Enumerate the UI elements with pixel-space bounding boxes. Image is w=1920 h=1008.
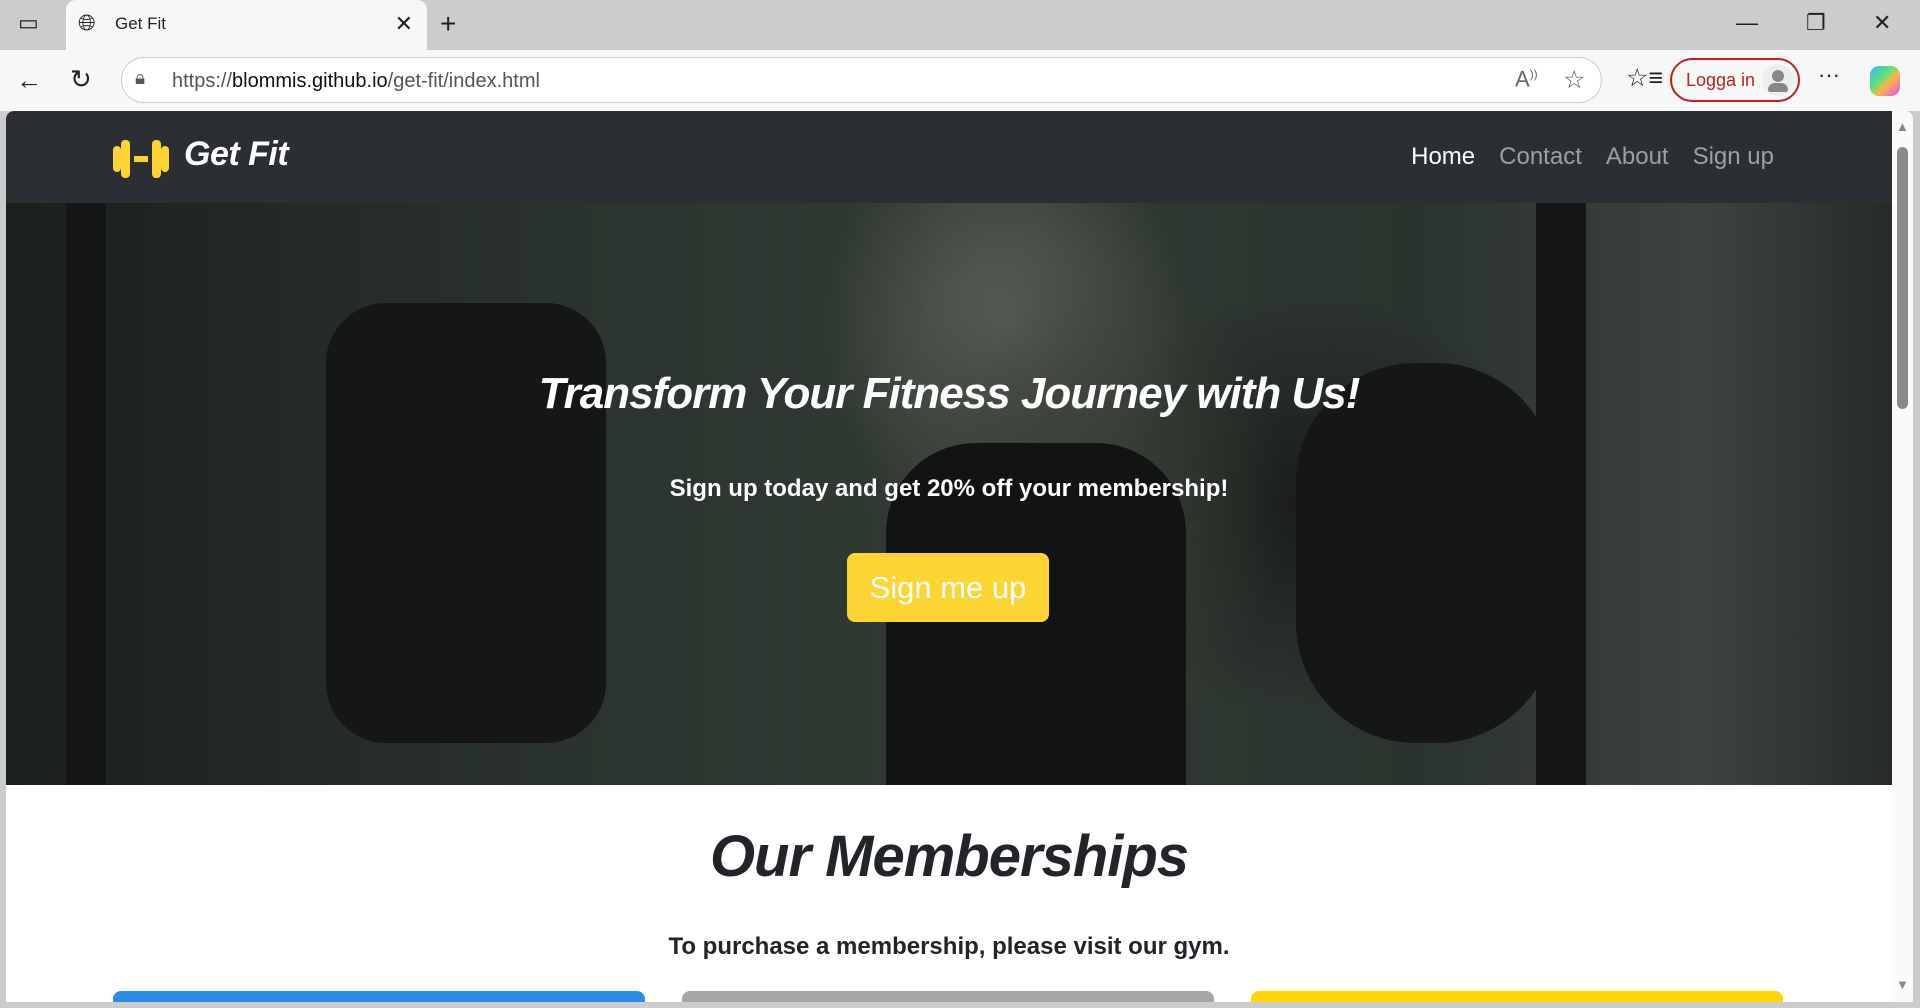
nav-contact[interactable]: Contact — [1499, 143, 1582, 171]
login-label: Logga in — [1686, 70, 1756, 90]
new-tab-icon[interactable]: + — [440, 10, 456, 38]
nav-signup[interactable]: Sign up — [1693, 143, 1774, 171]
minimize-icon[interactable]: — — [1736, 12, 1758, 34]
favorites-icon[interactable]: ☆≡ — [1626, 66, 1663, 91]
favorite-star-icon[interactable]: ☆ — [1563, 68, 1585, 93]
sidebar-toggle-icon[interactable]: ▭ — [18, 12, 39, 34]
avatar-icon — [1762, 64, 1794, 96]
refresh-icon[interactable]: ↻ — [70, 66, 92, 92]
hero-headline: Transform Your Fitness Journey with Us! — [538, 369, 1361, 418]
membership-card-3 — [1251, 991, 1783, 1002]
nav-home[interactable]: Home — [1411, 143, 1475, 171]
membership-card-1 — [113, 991, 645, 1002]
read-aloud-icon[interactable]: A)) — [1515, 68, 1538, 90]
browser-tab[interactable]: 🌐︎ Get Fit ✕ — [66, 0, 427, 50]
scrollbar[interactable]: ▲ ▼ — [1892, 111, 1913, 1002]
page-viewport: Get Fit Home Contact About Sign up Trans… — [6, 111, 1913, 1002]
address-bar[interactable]: 🔒︎ https://blommis.github.io/get-fit/ind… — [121, 57, 1602, 103]
close-window-icon[interactable]: ✕ — [1873, 12, 1891, 34]
memberships-note: To purchase a membership, please visit o… — [668, 933, 1230, 960]
hero-subtext: Sign up today and get 20% off your membe… — [669, 475, 1229, 502]
nav-about[interactable]: About — [1606, 143, 1669, 171]
lock-icon[interactable]: 🔒︎ — [135, 69, 145, 88]
scrollbar-thumb[interactable] — [1897, 147, 1908, 409]
close-tab-icon[interactable]: ✕ — [395, 11, 413, 37]
nav-links: Home Contact About Sign up — [1411, 143, 1774, 171]
scroll-down-icon[interactable]: ▼ — [1896, 977, 1909, 992]
sign-me-up-button[interactable]: Sign me up — [847, 553, 1049, 622]
brand-name[interactable]: Get Fit — [184, 135, 289, 174]
globe-icon: 🌐︎ — [78, 10, 96, 35]
url-text: https://blommis.github.io/get-fit/index.… — [172, 70, 540, 92]
hero-image-plate — [1296, 363, 1556, 743]
tab-bar: ▭ 🌐︎ Get Fit ✕ + — ❐ ✕ — [0, 0, 1920, 50]
back-icon[interactable]: ← — [16, 67, 42, 93]
site-navbar: Get Fit Home Contact About Sign up — [6, 111, 1892, 203]
dumbbell-logo-icon[interactable] — [111, 138, 171, 180]
copilot-icon[interactable] — [1870, 66, 1900, 96]
restore-icon[interactable]: ❐ — [1806, 12, 1826, 34]
scroll-up-icon[interactable]: ▲ — [1896, 119, 1909, 134]
hero-section: Transform Your Fitness Journey with Us! … — [6, 203, 1892, 785]
login-button[interactable]: Logga in — [1670, 58, 1800, 102]
tab-title: Get Fit — [115, 14, 167, 33]
browser-toolbar: ← ↻ 🔒︎ https://blommis.github.io/get-fit… — [0, 50, 1920, 111]
more-icon[interactable]: ··· — [1818, 64, 1840, 86]
membership-card-2 — [682, 991, 1214, 1002]
memberships-title: Our Memberships — [709, 824, 1189, 889]
